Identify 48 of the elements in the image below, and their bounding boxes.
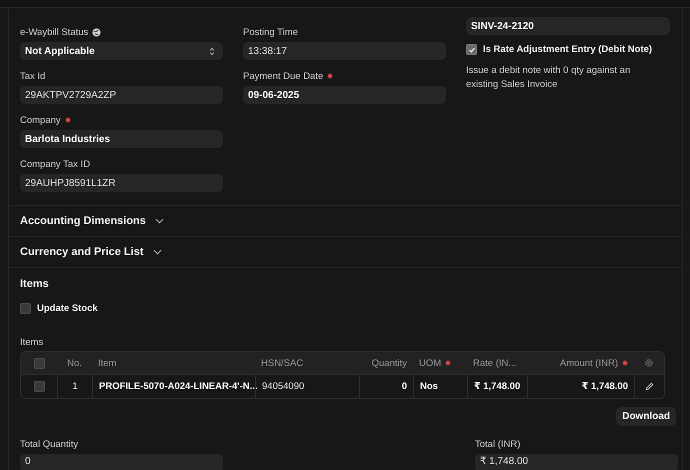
select-field[interactable]: Not Applicable [20, 42, 223, 60]
section-title: Items [20, 278, 50, 290]
table-cell: 94054090 [262, 381, 304, 392]
help-text: Issue a debit note with 0 qty against an existing Sales Invoice [466, 64, 632, 92]
input-field[interactable]: SINV-24-2120 [466, 17, 670, 35]
checkbox[interactable] [34, 381, 44, 392]
field-label: Total Quantity [20, 438, 78, 450]
table-cell: 1 [72, 381, 78, 392]
column-header: No. [67, 358, 82, 368]
checkbox-label: Is Rate Adjustment Entry (Debit Note) [483, 44, 652, 55]
column-header: Quantity [372, 358, 407, 368]
checkbox-label: Update Stock [37, 303, 98, 314]
input-field[interactable]: 29AKTPV2729A2ZP [20, 86, 223, 104]
table-cell: Nos [420, 381, 438, 392]
table-cell: 0 [402, 381, 407, 392]
settings-icon[interactable] [644, 358, 654, 368]
field-label: Total (INR) [475, 438, 520, 450]
table-cell: PROFILE-5070-A024-LINEAR-4'-N... [99, 381, 258, 392]
column-header: Amount (INR) [560, 358, 618, 368]
column-header: UOM [419, 358, 442, 368]
field-label: Company [20, 114, 61, 126]
section-header[interactable]: Accounting Dimensions [9, 205, 682, 236]
section-header[interactable]: Currency and Price List [9, 236, 682, 267]
column-header: Item [98, 358, 116, 368]
column-header: HSN/SAC [261, 358, 304, 368]
checkbox[interactable] [20, 303, 31, 314]
checkbox[interactable] [466, 44, 477, 55]
up-down-arrows-icon [209, 46, 215, 56]
checkbox[interactable] [34, 358, 44, 368]
input-field[interactable]: 13:38:17 [243, 42, 446, 60]
input-field[interactable]: Barlota Industries [20, 130, 223, 148]
input-field[interactable]: 09-06-2025 [243, 86, 446, 104]
field-label: Posting Time [243, 26, 298, 38]
input-field[interactable]: 0 [20, 454, 223, 470]
chevron-icon [152, 249, 162, 255]
field-label: Payment Due Date [243, 70, 324, 82]
field-label: Company Tax ID [20, 158, 90, 170]
table-cell: ₹ 1,748.00 [474, 381, 520, 392]
table-cell: ₹ 1,748.00 [582, 381, 628, 392]
chevron-icon [154, 218, 164, 224]
table-label: Items [20, 337, 44, 348]
input-field[interactable]: ₹ 1,748.00 [475, 454, 678, 470]
field-label: Tax Id [20, 70, 46, 82]
pencil-icon[interactable] [644, 382, 654, 391]
download-button[interactable]: Download [616, 407, 676, 426]
column-header: Rate (IN... [473, 358, 516, 368]
field-label: e-Waybill Status [20, 26, 88, 38]
input-field[interactable]: 29AUHPJ8591L1ZR [20, 174, 223, 192]
